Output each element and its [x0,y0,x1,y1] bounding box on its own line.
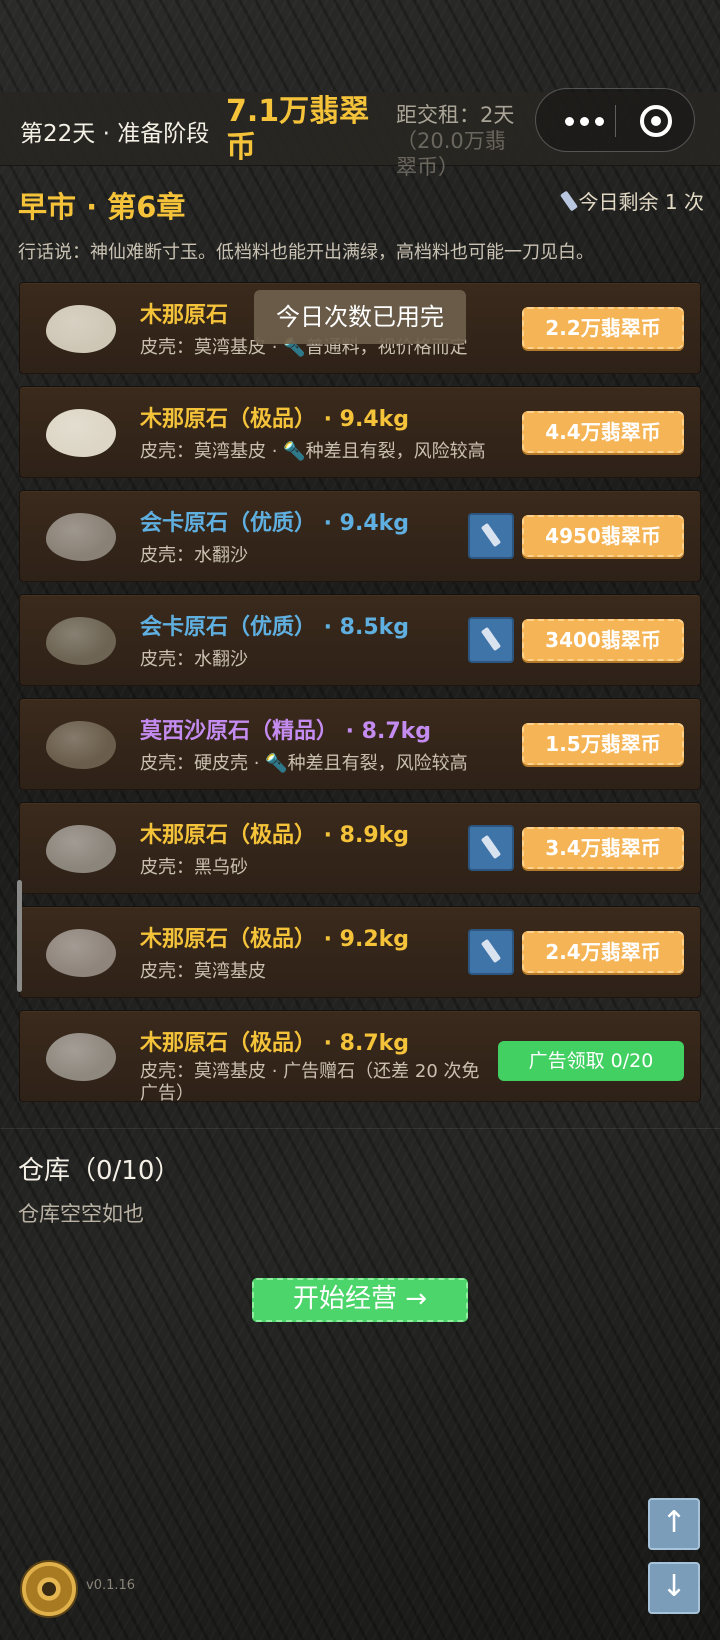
market-title: 早市 · 第6章 [18,190,186,224]
stone-skin-info: 皮壳：莫湾基皮 [140,961,266,982]
more-icon[interactable] [554,103,614,139]
scroll-down-button[interactable]: ↓ [648,1562,700,1614]
stone-title: 木那原石（极品） · 9.2kg [140,927,410,952]
stone-card[interactable]: 会卡原石（优质） · 9.4kg 皮壳：水翻沙 4950翡翠币 [19,490,701,582]
toast-message: 今日次数已用完 [254,290,466,344]
rent-amount: （20.0万翡翠币） [396,129,506,179]
rough-stone-image [46,617,116,665]
stone-title: 会卡原石（优质） · 8.5kg [140,615,410,640]
rough-stone-image [46,929,116,977]
stone-title: 莫西沙原石（精品） · 8.7kg [140,719,432,744]
version-label: v0.1.16 [86,1578,136,1593]
rough-stone-image [46,1033,116,1081]
stone-title: 木那原石 [140,303,229,328]
buy-price-button[interactable]: 3.4万翡翠币 [522,827,684,869]
settings-gear-icon[interactable] [20,1560,78,1618]
stone-skin-info: 皮壳：水翻沙 [140,649,248,670]
proverb-text: 行话说：神仙难断寸玉。低档料也能开出满绿，高档料也可能一刀见白。 [18,242,594,263]
stone-card[interactable]: 木那原石（极品） · 9.2kg 皮壳：莫湾基皮 2.4万翡翠币 [19,906,701,998]
stone-title: 木那原石（极品） · 9.4kg [140,407,410,432]
close-target-icon[interactable] [640,105,672,137]
buy-price-button[interactable]: 1.5万翡翠币 [522,723,684,765]
stone-skin-info: 皮壳：水翻沙 [140,545,248,566]
day-phase-label: 第22天 · 准备阶段 [20,121,210,147]
rough-stone-image [46,721,116,769]
coin-balance: 7.1万翡翠币 [226,94,370,165]
scrollbar[interactable] [17,880,22,992]
divider [0,1128,720,1129]
stone-card[interactable]: 莫西沙原石（精品） · 8.7kg 皮壳：硬皮壳 · 🔦种差且有裂，风险较高 1.5… [19,698,701,790]
stone-card[interactable]: 木那原石（极品） · 8.9kg 皮壳：黑乌砂 3.4万翡翠币 [19,802,701,894]
remaining-uses: 今日剩余 1 次 [559,186,704,215]
flashlight-inspect-button[interactable] [468,617,514,663]
warehouse-title: 仓库（0/10） [18,1156,181,1186]
rough-stone-image [46,513,116,561]
flashlight-inspect-button[interactable] [468,825,514,871]
buy-price-button[interactable]: 2.4万翡翠币 [522,931,684,973]
buy-price-button[interactable]: 4.4万翡翠币 [522,411,684,453]
stone-card[interactable]: 会卡原石（优质） · 8.5kg 皮壳：水翻沙 3400翡翠币 [19,594,701,686]
rent-countdown: 距交租：2天（20.0万翡翠币） [396,102,526,180]
flashlight-inspect-button[interactable] [468,513,514,559]
flashlight-inspect-button[interactable] [468,929,514,975]
stone-title: 木那原石（极品） · 8.9kg [140,823,410,848]
miniprogram-capsule [535,88,695,152]
stone-skin-info: 皮壳：硬皮壳 · 🔦种差且有裂，风险较高 [140,753,468,774]
rough-stone-image [46,409,116,457]
remaining-uses-label: 今日剩余 1 次 [578,190,704,214]
buy-price-button[interactable]: 3400翡翠币 [522,619,684,661]
buy-price-button[interactable]: 4950翡翠币 [522,515,684,557]
rough-stone-image [46,305,116,353]
stone-skin-info: 皮壳：莫湾基皮 · 广告赠石（还差 20 次免广告） [140,1061,480,1104]
stone-skin-info: 皮壳：莫湾基皮 · 🔦种差且有裂，风险较高 [140,441,486,462]
ad-claim-button[interactable]: 广告领取 0/20 [498,1041,684,1081]
capsule-divider [615,105,616,137]
start-business-button[interactable]: 开始经营 → [252,1278,468,1322]
stone-card[interactable]: 木那原石（极品） · 9.4kg 皮壳：莫湾基皮 · 🔦种差且有裂，风险较高 4.4… [19,386,701,478]
stone-title: 会卡原石（优质） · 9.4kg [140,511,410,536]
flashlight-icon [559,190,578,211]
buy-price-button[interactable]: 2.2万翡翠币 [522,307,684,349]
rent-days: 距交租：2天 [396,103,515,127]
stone-skin-info: 皮壳：黑乌砂 [140,857,248,878]
scroll-up-button[interactable]: ↑ [648,1498,700,1550]
rough-stone-image [46,825,116,873]
stone-card[interactable]: 木那原石（极品） · 8.7kg 皮壳：莫湾基皮 · 广告赠石（还差 20 次免广… [19,1010,701,1104]
stone-title: 木那原石（极品） · 8.7kg [140,1031,410,1056]
warehouse-empty-text: 仓库空空如也 [18,1202,144,1226]
